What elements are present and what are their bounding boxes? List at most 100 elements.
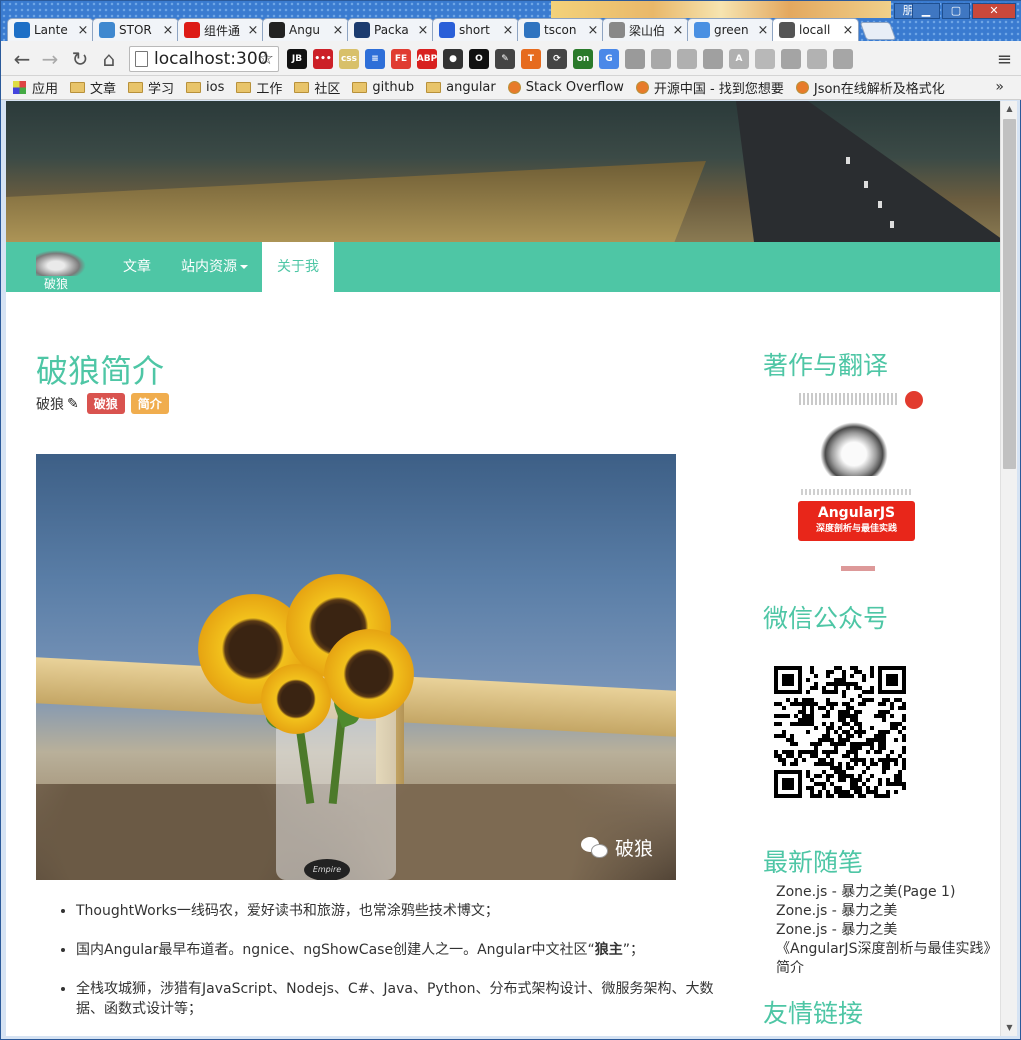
bookmark-item[interactable]: 社区 — [294, 78, 340, 97]
gray-ext-2-icon[interactable] — [651, 49, 671, 69]
list-item-text: 全栈攻城狮，涉猎有JavaScript、Nodejs、C#、Java、Pytho… — [76, 981, 714, 1017]
browser-tab[interactable]: tscon × — [517, 18, 604, 41]
refresh-ext-icon[interactable]: ⟳ — [547, 49, 567, 69]
book-cover-image[interactable]: AngularJS 深度剖析与最佳实践 — [793, 389, 923, 574]
minimize-button[interactable]: ▁ — [912, 3, 940, 19]
angular-icon — [184, 22, 200, 38]
close-tab-icon[interactable]: × — [162, 23, 174, 38]
nav-about[interactable]: 关于我 — [262, 242, 334, 292]
extensions-bar: JB ••• css ≡ FE ABP ● O ✎ T ⟳ on G A — [287, 49, 853, 69]
site-logo[interactable]: 破狼 — [30, 248, 94, 291]
page-icon — [609, 22, 625, 38]
bookmark-item[interactable]: Json在线解析及格式化 — [795, 78, 945, 97]
dropper-icon[interactable]: ✎ — [495, 49, 515, 69]
page-scrollbar[interactable]: ▲ ▼ — [1000, 101, 1017, 1036]
browser-tab[interactable]: Lante × — [7, 18, 94, 41]
list-item-strong: 狼主 — [594, 942, 623, 958]
close-window-button[interactable]: ✕ — [972, 3, 1016, 19]
list-item-text: ThoughtWorks一线码农，爱好读书和旅游，也常涂鸦些技术博文； — [76, 903, 499, 919]
wolf-logo-icon — [36, 250, 86, 276]
site-navbar: 破狼 文章 站内资源 关于我 — [6, 242, 1000, 292]
bookmark-item[interactable]: 应用 — [13, 78, 58, 97]
author-link[interactable]: 破狼 — [36, 394, 64, 414]
browser-tab[interactable]: green × — [687, 18, 774, 41]
recent-post-link[interactable]: 《AngularJS深度剖析与最佳实践》简介 — [776, 940, 991, 978]
browser-tab[interactable]: 组件通 × — [177, 18, 264, 41]
close-tab-icon[interactable]: × — [77, 23, 89, 38]
close-tab-icon[interactable]: × — [502, 23, 514, 38]
plane-icon[interactable] — [833, 49, 853, 69]
bookmark-item[interactable]: 文章 — [70, 78, 116, 97]
fe-icon[interactable]: FE — [391, 49, 411, 69]
bookmark-item[interactable]: angular — [426, 80, 496, 95]
article-photo: Empire 破狼 — [36, 454, 676, 880]
browser-tab[interactable]: short × — [432, 18, 519, 41]
maximize-button[interactable]: ▢ — [942, 3, 970, 19]
nav-articles[interactable]: 文章 — [108, 242, 166, 292]
gray-ext-3-icon[interactable] — [677, 49, 697, 69]
gray-ext-4-icon[interactable] — [703, 49, 723, 69]
close-tab-icon[interactable]: × — [332, 23, 344, 38]
bookmark-item[interactable]: 工作 — [236, 78, 282, 97]
address-bar[interactable]: localhost:300 ☆ — [129, 46, 279, 72]
scroll-down-icon[interactable]: ▼ — [1001, 1020, 1018, 1036]
close-tab-icon[interactable]: × — [757, 23, 769, 38]
close-tab-icon[interactable]: × — [587, 23, 599, 38]
nav-resources[interactable]: 站内资源 — [166, 242, 263, 292]
back-button[interactable]: ← — [11, 48, 33, 70]
pencil-icon[interactable]: ✎ — [67, 396, 79, 412]
angular-ext-icon[interactable]: A — [729, 49, 749, 69]
lastpass-icon[interactable]: ••• — [313, 49, 333, 69]
forward-button[interactable]: → — [39, 48, 61, 70]
chrome-menu-icon[interactable]: ≡ — [997, 49, 1012, 70]
camera-icon[interactable]: ● — [443, 49, 463, 69]
gray-ext-1-icon[interactable] — [625, 49, 645, 69]
jetbrains-icon[interactable]: JB — [287, 49, 307, 69]
scrollbar-thumb[interactable] — [1003, 119, 1016, 469]
browser-tab[interactable]: STOR × — [92, 18, 179, 41]
bookmark-star-icon[interactable]: ☆ — [258, 47, 274, 71]
links-heading: 友情链接 — [763, 999, 864, 1028]
recent-post-link[interactable]: Zone.js - 暴力之美 — [776, 921, 991, 940]
bookmark-item[interactable]: Stack Overflow — [507, 80, 624, 95]
ring-icon[interactable]: O — [469, 49, 489, 69]
close-tab-icon[interactable]: × — [417, 23, 429, 38]
apps-grid-icon — [13, 81, 26, 94]
tag-intro[interactable]: 简介 — [130, 393, 169, 414]
close-tab-icon[interactable]: × — [247, 23, 259, 38]
translate-icon[interactable]: G — [599, 49, 619, 69]
home-button[interactable]: ⌂ — [98, 48, 120, 70]
close-tab-icon[interactable]: × — [842, 23, 854, 38]
browser-tab[interactable]: Angu × — [262, 18, 349, 41]
seal-icon — [905, 391, 923, 409]
gray-ext-5-icon[interactable] — [781, 49, 801, 69]
react-ext-icon[interactable] — [755, 49, 775, 69]
bookmark-item[interactable]: 学习 — [128, 78, 174, 97]
editor-icon[interactable]: ≡ — [365, 49, 385, 69]
browser-tab[interactable]: locall × — [772, 18, 859, 41]
scroll-up-icon[interactable]: ▲ — [1001, 101, 1018, 117]
new-tab-button[interactable] — [859, 22, 897, 40]
t-icon[interactable]: T — [521, 49, 541, 69]
bookmark-item[interactable]: github — [352, 80, 414, 95]
adblock-icon[interactable]: ABP — [417, 49, 437, 69]
tab-strip: 朋 ▁ ▢ ✕ Lante × STOR × 组件通 × Angu × Packa × short ×… — [1, 1, 1021, 41]
gray-ext-6-icon[interactable] — [807, 49, 827, 69]
list-item: 国内Angular最早布道者。ngnice、ngShowCase创建人之一。An… — [76, 940, 726, 960]
bookmark-item[interactable]: ios — [186, 80, 224, 95]
on-icon[interactable]: on — [573, 49, 593, 69]
recent-post-link[interactable]: Zone.js - 暴力之美 — [776, 902, 991, 921]
site-favicon-icon — [507, 81, 521, 94]
tag-polang[interactable]: 破狼 — [86, 393, 125, 414]
reload-button[interactable]: ↻ — [69, 48, 91, 70]
folder-icon — [294, 82, 310, 93]
tabs-row: Lante × STOR × 组件通 × Angu × Packa × short × tscon × 梁山… — [7, 18, 897, 41]
theme-artwork — [551, 1, 891, 18]
css-icon[interactable]: css — [339, 49, 359, 69]
browser-tab[interactable]: 梁山伯 × — [602, 18, 689, 41]
close-tab-icon[interactable]: × — [672, 23, 684, 38]
bookmark-item[interactable]: 开源中国 - 找到您想要 — [635, 78, 784, 97]
recent-post-link[interactable]: Zone.js - 暴力之美(Page 1) — [776, 883, 991, 902]
bookmarks-overflow-button[interactable]: » — [995, 79, 1004, 95]
browser-tab[interactable]: Packa × — [347, 18, 434, 41]
